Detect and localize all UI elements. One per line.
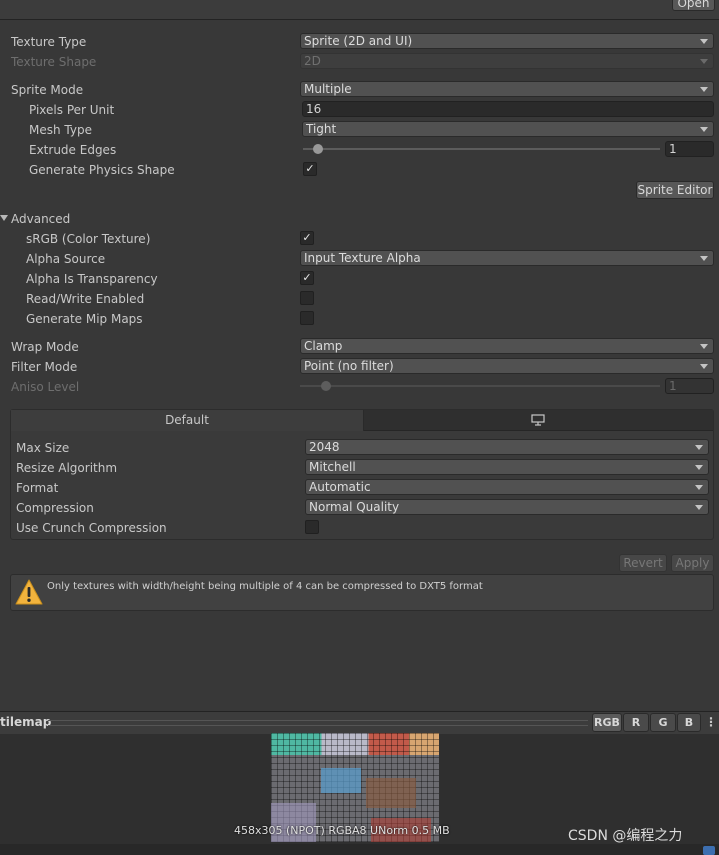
preview-drag-bar[interactable] — [48, 720, 588, 726]
tab-default-label: Default — [165, 413, 209, 427]
texture-type-dropdown[interactable]: Sprite (2D and UI) — [300, 33, 714, 49]
alpha-source-value: Input Texture Alpha — [304, 251, 421, 265]
open-button[interactable]: Open — [672, 0, 715, 11]
tab-standalone[interactable] — [364, 410, 713, 431]
wrap-mode-value: Clamp — [304, 339, 343, 353]
sprite-mode-value: Multiple — [304, 82, 352, 96]
more-options-icon[interactable]: ⋮ — [705, 713, 717, 732]
bottom-bar — [0, 844, 719, 855]
filter-mode-value: Point (no filter) — [304, 359, 394, 373]
alpha-transparency-label: Alpha Is Transparency — [26, 272, 158, 286]
mesh-type-value: Tight — [306, 122, 337, 136]
mesh-type-dropdown[interactable]: Tight — [302, 121, 714, 137]
physics-shape-checkbox[interactable]: ✓ — [303, 162, 317, 176]
resize-algorithm-value: Mitchell — [309, 460, 356, 474]
preview-info-text: 458x305 (NPOT) RGBA8 UNorm 0.5 MB — [234, 824, 450, 837]
revert-button[interactable]: Revert — [619, 554, 667, 572]
read-write-label: Read/Write Enabled — [26, 292, 145, 306]
chevron-down-icon — [695, 505, 703, 510]
aniso-level-input: 1 — [665, 378, 714, 394]
checkmark-icon: ✓ — [305, 162, 315, 175]
alpha-transparency-checkbox[interactable]: ✓ — [300, 271, 314, 285]
aniso-slider-track — [300, 385, 660, 387]
checkmark-icon: ✓ — [302, 271, 312, 284]
extrude-edges-label: Extrude Edges — [29, 143, 117, 157]
foldout-arrow-icon[interactable] — [0, 215, 8, 221]
warning-helpbox: Only textures with width/height being mu… — [10, 574, 714, 611]
apply-button[interactable]: Apply — [671, 554, 714, 572]
extrude-slider-handle[interactable] — [313, 144, 323, 154]
tab-default[interactable]: Default — [11, 410, 364, 431]
channel-r-button[interactable]: R — [623, 713, 649, 732]
texture-shape-value: 2D — [304, 54, 321, 68]
advanced-foldout-label[interactable]: Advanced — [11, 212, 70, 226]
chevron-down-icon — [695, 445, 703, 450]
extrude-edges-input[interactable]: 1 — [665, 141, 714, 157]
sprite-editor-button[interactable]: Sprite Editor — [636, 181, 714, 199]
chevron-down-icon — [700, 87, 708, 92]
filter-mode-label: Filter Mode — [11, 360, 78, 374]
chevron-down-icon — [700, 39, 708, 44]
warning-message: Only textures with width/height being mu… — [47, 581, 483, 592]
physics-shape-label: Generate Physics Shape — [29, 163, 175, 177]
texture-type-value: Sprite (2D and UI) — [304, 34, 413, 48]
resize-corner-icon[interactable] — [703, 846, 715, 855]
chevron-down-icon — [700, 59, 708, 64]
srgb-checkbox[interactable]: ✓ — [300, 231, 314, 245]
channel-rgb-button[interactable]: RGB — [592, 713, 622, 732]
chevron-down-icon — [700, 127, 708, 132]
crunch-compression-checkbox[interactable] — [305, 520, 319, 534]
format-label: Format — [16, 481, 59, 495]
resize-algorithm-label: Resize Algorithm — [16, 461, 118, 475]
srgb-label: sRGB (Color Texture) — [26, 232, 151, 246]
chevron-down-icon — [695, 465, 703, 470]
resize-algorithm-dropdown[interactable]: Mitchell — [305, 459, 709, 475]
channel-b-button[interactable]: B — [677, 713, 701, 732]
read-write-checkbox[interactable] — [300, 291, 314, 305]
top-toolbar — [0, 0, 719, 20]
warning-icon — [15, 579, 43, 605]
compression-label: Compression — [16, 501, 94, 515]
mip-maps-checkbox[interactable] — [300, 311, 314, 325]
watermark-text: CSDN @编程之力 — [568, 828, 683, 844]
texture-shape-label: Texture Shape — [11, 55, 97, 69]
sprite-mode-dropdown[interactable]: Multiple — [300, 81, 714, 97]
chevron-down-icon — [695, 485, 703, 490]
tile-block-blue — [321, 768, 361, 793]
format-dropdown[interactable]: Automatic — [305, 479, 709, 495]
extrude-slider-track[interactable] — [303, 148, 660, 150]
max-size-label: Max Size — [16, 441, 70, 455]
tile-block-brown — [366, 778, 416, 808]
max-size-dropdown[interactable]: 2048 — [305, 439, 709, 455]
chevron-down-icon — [700, 344, 708, 349]
chevron-down-icon — [700, 364, 708, 369]
wrap-mode-dropdown[interactable]: Clamp — [300, 338, 714, 354]
aniso-slider-handle — [321, 381, 331, 391]
pixels-per-unit-label: Pixels Per Unit — [29, 103, 115, 117]
texture-type-label: Texture Type — [11, 35, 87, 49]
channel-g-button[interactable]: G — [650, 713, 676, 732]
mip-maps-label: Generate Mip Maps — [26, 312, 143, 326]
alpha-source-dropdown[interactable]: Input Texture Alpha — [300, 250, 714, 266]
crunch-compression-label: Use Crunch Compression — [16, 521, 167, 535]
filter-mode-dropdown[interactable]: Point (no filter) — [300, 358, 714, 374]
alpha-source-label: Alpha Source — [26, 252, 106, 266]
aniso-level-label: Aniso Level — [11, 380, 80, 394]
compression-dropdown[interactable]: Normal Quality — [305, 499, 709, 515]
wrap-mode-label: Wrap Mode — [11, 340, 79, 354]
texture-shape-dropdown: 2D — [300, 53, 714, 69]
monitor-icon — [531, 414, 545, 426]
sprite-mode-label: Sprite Mode — [11, 83, 84, 97]
pixels-per-unit-input[interactable]: 16 — [302, 101, 714, 117]
mesh-type-label: Mesh Type — [29, 123, 92, 137]
checkmark-icon: ✓ — [302, 231, 312, 244]
preview-title: tilemap — [0, 715, 52, 729]
chevron-down-icon — [700, 256, 708, 261]
max-size-value: 2048 — [309, 440, 340, 454]
compression-value: Normal Quality — [309, 500, 400, 514]
format-value: Automatic — [309, 480, 371, 494]
